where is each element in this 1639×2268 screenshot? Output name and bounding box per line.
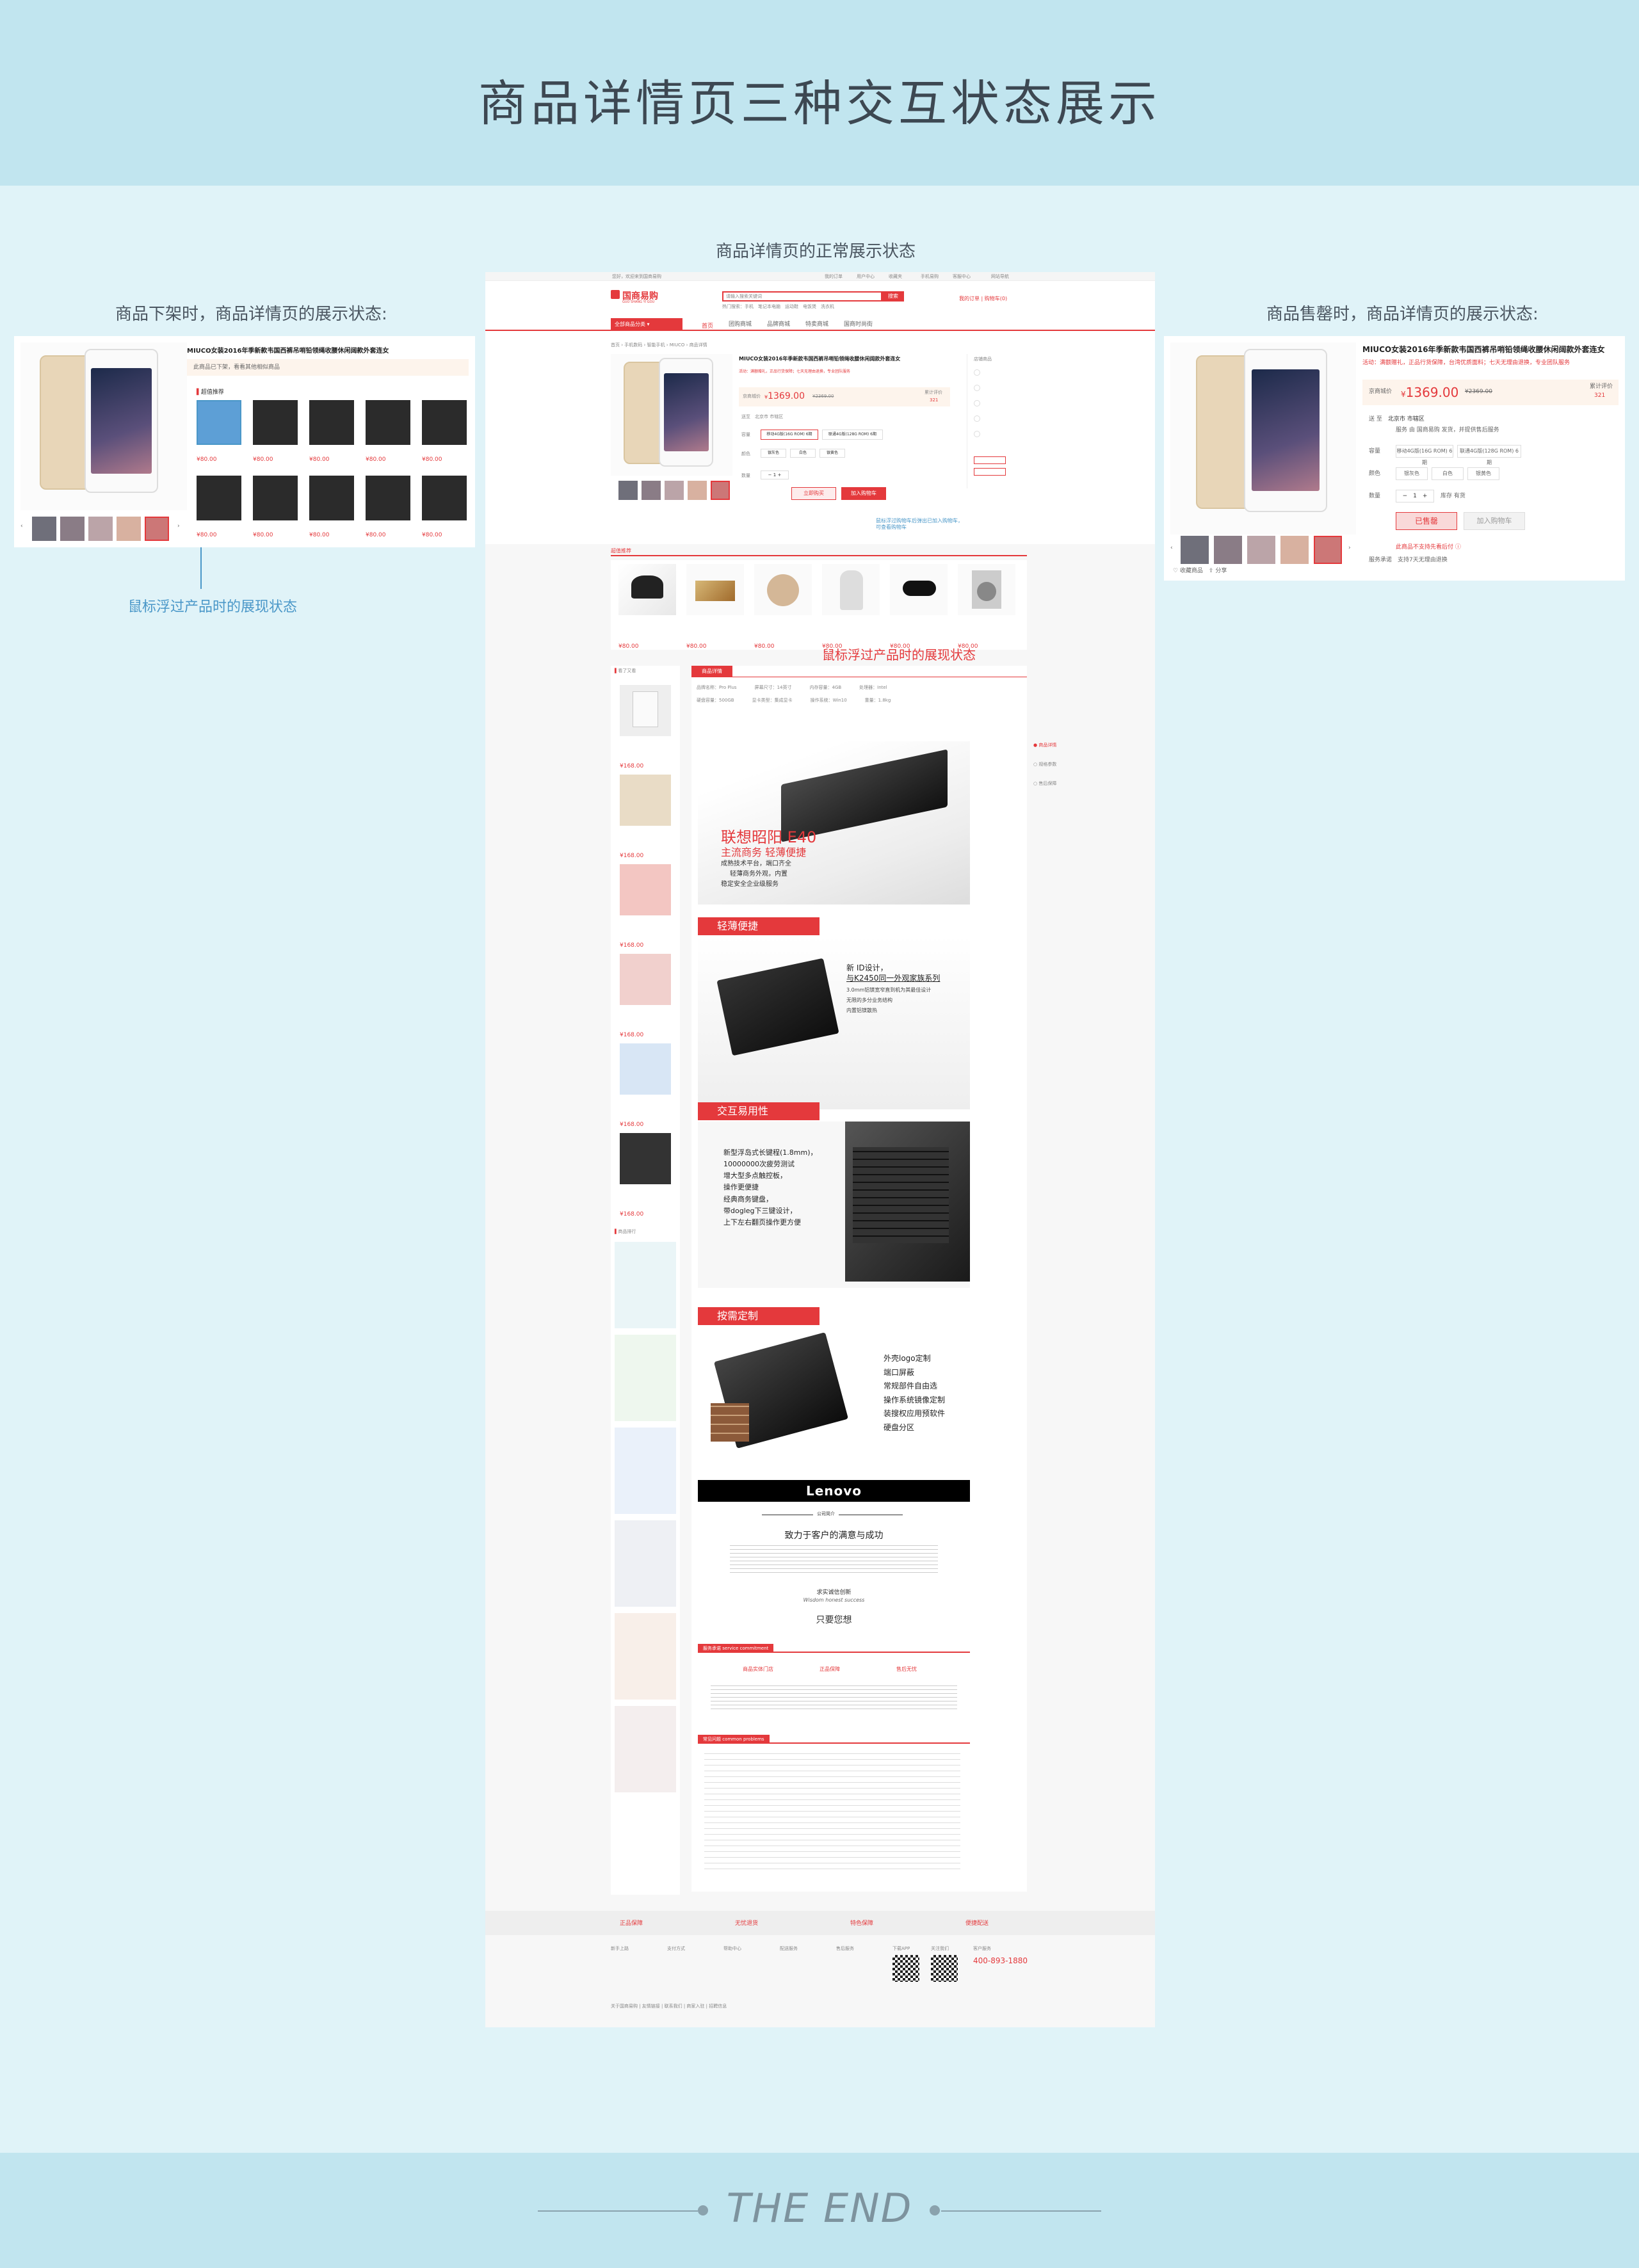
page-title: 商品详情页三种交互状态展示 xyxy=(478,75,1161,132)
product-main-image xyxy=(1170,342,1356,535)
color-option-2[interactable]: 银黄色 xyxy=(1467,467,1499,480)
copyright: 关于国商易购 | 友情链接 | 联系我们 | 商家入驻 | 招聘信息 xyxy=(611,2004,727,2009)
hover-annotation-small: 鼠标浮过购物车后弹出已加入购物车，可查看购物车 xyxy=(876,518,963,531)
offline-notice: 此商品已下架，看看其他相似商品 xyxy=(193,364,280,371)
category-menu[interactable]: 全部商品分类 ▾ xyxy=(611,318,682,331)
nav-brand[interactable]: 品牌商城 xyxy=(767,321,790,328)
qty-stepper[interactable]: − 1 + xyxy=(761,470,789,479)
tab-detail[interactable]: 商品详情 xyxy=(691,666,732,677)
recommend-grid[interactable]: ¥80.00 ¥80.00 ¥80.00 ¥80.00 ¥80.00 ¥80.0… xyxy=(611,560,1027,650)
thumb-strip[interactable]: ‹ › xyxy=(20,517,187,541)
section-light: 轻薄便捷 xyxy=(698,917,820,935)
similar-item-hovered[interactable] xyxy=(197,400,241,445)
search-button[interactable]: 搜索 xyxy=(882,291,904,302)
hotline: 400-893-1880 xyxy=(973,1956,1028,1965)
detail-tabs: 商品详情 xyxy=(691,666,1027,677)
nav-sale[interactable]: 特卖商城 xyxy=(805,321,828,328)
my-orders-link[interactable]: 我的订单 | 购物车(0) xyxy=(959,295,1007,302)
add-to-cart-button[interactable]: 加入购物车 xyxy=(841,487,886,500)
detail-column: 商品详情 品牌名称：Pro Plus 屏幕尺寸：14英寸 内存容量：4GB 处理… xyxy=(691,666,1027,1892)
promo-slim: 新 ID设计， 与K2450同一外观家族系列 3.0mm铝镁宽窄直到机为其最佳设… xyxy=(698,937,970,1109)
normal-page: 您好，欢迎来到国商易购 我的订单 用户中心 收藏夹 手机易购 客服中心 网站导航… xyxy=(485,272,1155,2027)
side-tools: 店铺商品 xyxy=(967,354,1026,488)
top-bar: 您好，欢迎来到国商易购 我的订单 用户中心 收藏夹 手机易购 客服中心 网站导航 xyxy=(485,272,1155,281)
footer-band: THE END xyxy=(0,2153,1639,2268)
footer-links: 新手上路 支付方式 帮助中心 配送服务 售后服务 下载APP 关注我们 客户服务… xyxy=(611,1946,1033,1997)
color-option-2[interactable]: 银黄色 xyxy=(820,449,845,458)
nav-fashion[interactable]: 国商时尚街 xyxy=(844,321,873,328)
hover-annotation: 鼠标浮过产品时的展现状态 xyxy=(822,647,976,663)
spec-option-1[interactable]: 联通4G版(128G ROM) 6期 xyxy=(1457,445,1521,465)
color-option-0[interactable]: 银灰色 xyxy=(1396,467,1428,480)
offline-notice-bar: 此商品已下架，看看其他相似商品 xyxy=(187,359,469,376)
product-title: MIUCO女装2016年季新款韦国西裤吊哨铅领绳收腰休闲阔款外套连女 xyxy=(187,348,389,355)
promo-custom: 外壳logo定制 端口屏蔽 常规部件自由选 操作系统镜像定制 装搜权应用预软件 硬盘分区 xyxy=(698,1326,970,1480)
soldout-panel: ‹ › MIUCO女装2016年季新款韦国西裤吊哨铅领绳收腰休闲阔款外套连女 活… xyxy=(1164,336,1625,581)
breadcrumb: 首页 › 手机数码 › 智能手机 › MIUCO › 商品详情 xyxy=(611,342,707,348)
main-nav: 全部商品分类 ▾ 首页 团购商城 品牌商城 特卖商城 国商时尚街 xyxy=(485,318,1155,331)
soldout-button: 已售罄 xyxy=(1396,512,1457,530)
caption-soldout: 商品售罄时，商品详情页的展示状态: xyxy=(1266,305,1538,324)
promo-hero: 联想昭阳 E40 主流商务 轻薄便捷 成熟技术平台，端口齐全 轻薄商务外观，内置… xyxy=(698,741,970,905)
search-input[interactable]: 请输入搜索关键词 xyxy=(722,291,882,302)
price-bar: 京商城价 ¥1369.00 ¥2369.00 累计评价 321 xyxy=(739,387,950,406)
caption-offline: 商品下架时，商品详情页的展示状态: xyxy=(115,305,387,324)
thumb-strip[interactable]: ‹ › xyxy=(1170,536,1356,567)
guarantee-bar: 正品保障 无忧退货 特色保障 便捷配送 xyxy=(485,1911,1155,1935)
section-custom: 按需定制 xyxy=(698,1307,820,1325)
product-title: MIUCO女装2016年季新款韦国西裤吊哨铅领绳收腰休闲阔款外套连女 xyxy=(1362,345,1605,354)
nav-group[interactable]: 团购商城 xyxy=(729,321,752,328)
offline-panel: ‹ › MIUCO女装2016年季新款韦国西裤吊哨铅领绳收腰休闲阔款外套连女 此… xyxy=(14,336,475,547)
caption-normal: 商品详情页的正常展示状态 xyxy=(716,242,916,261)
the-end: THE END xyxy=(726,2185,913,2232)
custom-features: 外壳logo定制 端口屏蔽 常规部件自由选 操作系统镜像定制 装搜权应用预软件 硬盘分区 xyxy=(884,1354,946,1432)
spec-option-1[interactable]: 联通4G版(128G ROM) 6期 xyxy=(822,430,883,440)
color-option-0[interactable]: 银灰色 xyxy=(761,449,786,458)
similar-title: ▌超值推荐 xyxy=(197,389,224,396)
product-title: MIUCO女装2016年季新款韦国西裤吊哨铅领绳收腰休闲阔款外套连女 xyxy=(739,356,901,362)
similar-grid[interactable]: ¥80.00 ¥80.00 ¥80.00 ¥80.00 ¥80.00 ¥80.0… xyxy=(197,400,469,541)
product-main-image xyxy=(611,354,732,476)
nav-home[interactable]: 首页 xyxy=(702,321,713,330)
qty-stepper[interactable]: − 1 + xyxy=(1396,490,1434,503)
product-main-image xyxy=(20,342,187,510)
spec-option-0[interactable]: 移动4G版(16G ROM) 6期 xyxy=(761,430,818,440)
keyboard-features: 新型浮岛式长键程(1.8mm)， 10000000次疲劳测试 增大型多点触控板， 操作… xyxy=(723,1148,818,1226)
price-bar: 京商城价 ¥1369.00 ¥2369.00 累计评价 321 xyxy=(1362,380,1619,405)
add-to-cart-disabled: 加入购物车 xyxy=(1464,512,1525,530)
header-band: 商品详情页三种交互状态展示 xyxy=(0,0,1639,186)
thumb-strip[interactable] xyxy=(611,481,732,503)
service-header: 服务承诺 service commitment xyxy=(698,1644,970,1653)
recommend-header: 超值推荐 xyxy=(611,547,1027,556)
faq-header: 常见问题 common problems xyxy=(698,1735,970,1744)
buy-now-button[interactable]: 立即购买 xyxy=(791,487,836,500)
logo-icon xyxy=(611,290,620,299)
detail-sidenav: ● 商品详情 ○ 规格参数 ○ 售后保障 xyxy=(1033,743,1057,786)
caption-hover-left: 鼠标浮过产品时的展现状态 xyxy=(128,599,298,615)
section-interact: 交互易用性 xyxy=(698,1102,820,1120)
lenovo-banner: Lenovo xyxy=(698,1480,970,1502)
left-column: ▌看了又看 ¥168.00 ¥168.00 ¥168.00 ¥168.00 ¥1… xyxy=(611,666,680,1895)
spec-option-0[interactable]: 移动4G版(16G ROM) 6期 xyxy=(1396,445,1453,465)
color-option-1[interactable]: 白色 xyxy=(790,449,816,458)
color-option-1[interactable]: 白色 xyxy=(1432,467,1464,480)
promo-keyboard: 新型浮岛式长键程(1.8mm)， 10000000次疲劳测试 增大型多点触控板， 操作… xyxy=(698,1122,970,1288)
